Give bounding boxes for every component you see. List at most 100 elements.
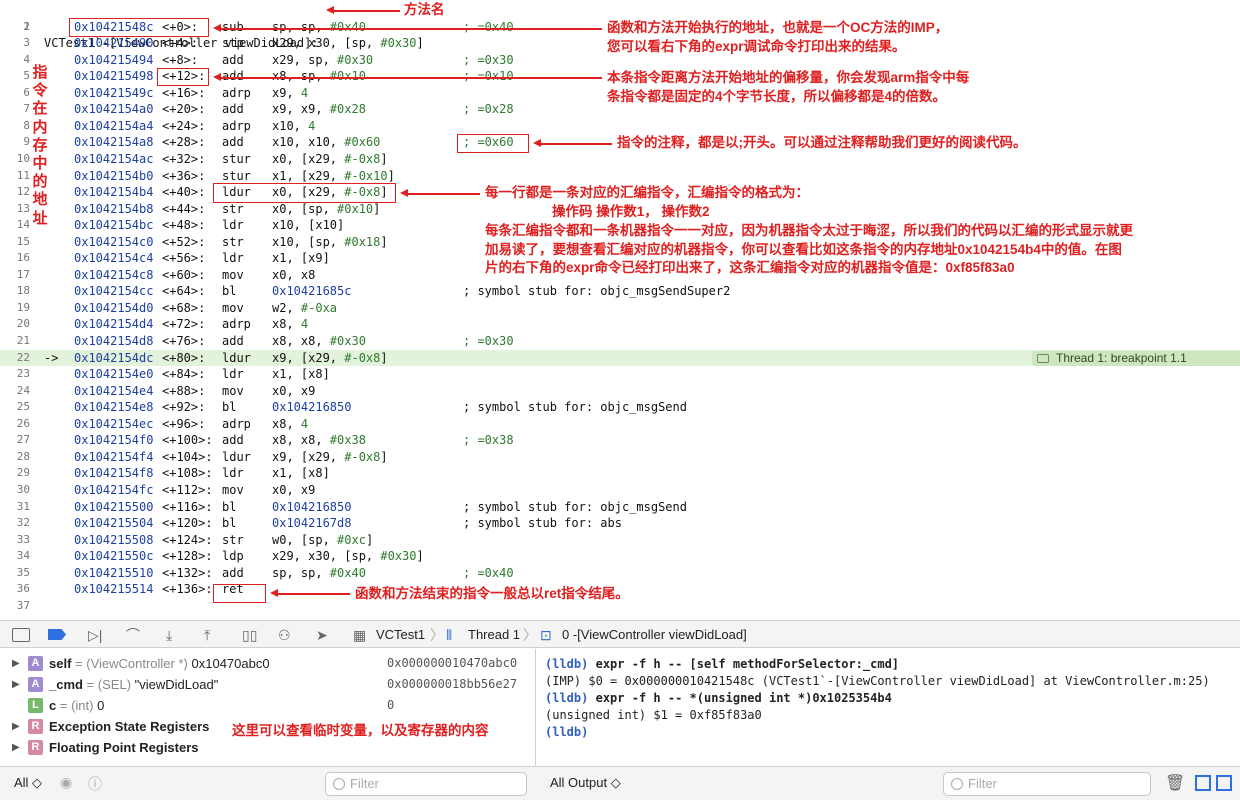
instruction-address: 0x1042154dc: [74, 350, 154, 365]
instruction-address: 0x1042154d4: [74, 317, 154, 332]
instruction-address: 0x1042154e0: [74, 367, 154, 382]
annotation-imp-1: 函数和方法开始执行的地址，也就是一个OC方法的IMP，: [607, 20, 949, 35]
opcode: bl: [222, 400, 237, 415]
variable-row[interactable]: Lc = (int) 0 0: [0, 695, 536, 716]
instruction-address: 0x1042154e4: [74, 383, 154, 398]
view-hierarchy-icon[interactable]: ▯▯: [242, 626, 257, 644]
disclosure-triangle-icon[interactable]: ▶: [12, 737, 20, 758]
variable-raw-value: 0x000000010470abc0: [387, 656, 518, 670]
thread-icon: ⦀: [446, 627, 453, 643]
variable-name: _cmd = (SEL) "viewDidLoad": [49, 677, 219, 692]
instruction-address: 0x1042154a8: [74, 135, 154, 150]
output-selector[interactable]: All Output ◇: [550, 775, 621, 791]
disasm-title-line: 1 VCTest1`-[ViewController viewDidLoad]:: [23, 19, 319, 51]
continue-icon[interactable]: ▷|: [88, 626, 102, 644]
disasm-line: 24 0x1042154e4 <+88>: mov x0, x9: [16, 383, 316, 398]
operands: sp, sp, #0x40: [272, 565, 366, 580]
instruction-offset: <+124>:: [162, 532, 213, 547]
variables-filter[interactable]: Filter: [325, 772, 527, 796]
trash-icon[interactable]: 🗑: [1165, 773, 1185, 793]
opcode: add: [222, 135, 244, 150]
opcode: str: [222, 201, 244, 216]
instruction-address: 0x104215490: [74, 36, 154, 51]
box-asm: [213, 183, 396, 203]
instruction-address: 0x1042154b8: [74, 201, 154, 216]
opcode: stp: [222, 36, 244, 51]
instruction-address: 0x10421550c: [74, 549, 154, 564]
instruction-offset: <+136>:: [162, 582, 213, 597]
operands: x0, [sp, #0x10]: [272, 201, 381, 216]
disclosure-triangle-icon[interactable]: ▶: [12, 674, 20, 695]
instruction-offset: <+96>:: [162, 416, 206, 431]
variable-row[interactable]: ▶ A _cmd = (SEL) "viewDidLoad" 0x000000018b…: [0, 674, 536, 695]
annotation-method-name: 方法名: [404, 2, 445, 17]
variable-row[interactable]: ▶ R Floating Point Registers: [0, 737, 536, 758]
operands: x1, [x8]: [272, 367, 330, 382]
current-pc-arrow: ->: [44, 350, 59, 365]
split-right-icon[interactable]: [1216, 775, 1232, 791]
instruction-address: 0x1042154a4: [74, 118, 154, 133]
location-icon[interactable]: ➤: [316, 626, 328, 644]
info-icon[interactable]: ⓘ: [88, 774, 102, 794]
console-line-4: (unsigned int) $1 = 0xf85f83a0: [545, 708, 762, 722]
opcode: mov: [222, 482, 244, 497]
instruction-offset: <+88>:: [162, 383, 206, 398]
instruction-address: 0x1042154f0: [74, 433, 154, 448]
split-left-icon[interactable]: [1195, 775, 1211, 791]
step-out-icon[interactable]: ⤒: [204, 626, 210, 644]
disassembly-view: 1 VCTest1`-[ViewController viewDidLoad]:…: [0, 0, 1240, 620]
disasm-line: 26 0x1042154ec <+96>: adrp x8, 4: [16, 416, 309, 431]
disasm-line: 28 0x1042154f4 <+104>: ldur x9, [x29, #-0x8]: [16, 449, 388, 464]
step-over-icon[interactable]: ⌒: [126, 626, 140, 644]
disclosure-triangle-icon[interactable]: ▶: [12, 653, 20, 674]
console-filter[interactable]: Filter: [943, 772, 1151, 796]
instruction-offset: <+104>:: [162, 449, 213, 464]
variable-name: Exception State Registers: [49, 719, 210, 734]
instruction-comment: ; symbol stub for: abs: [463, 516, 622, 531]
annotation-vertical: 指令在内存中的地址: [32, 64, 48, 227]
hide-debug-area-icon[interactable]: [12, 628, 30, 642]
annotation-asm-3: 每条汇编指令都和一条机器指令一一对应，因为机器指令太过于晦涩，所以我们的代码以汇…: [485, 223, 1133, 238]
disasm-line: 8 0x1042154a4 <+24>: adrp x10, 4: [23, 118, 316, 133]
console-line-5: (lldb): [545, 725, 589, 739]
breadcrumb-thread[interactable]: Thread 1: [468, 626, 520, 644]
opcode: ldur: [222, 449, 251, 464]
instruction-offset: <+52>:: [162, 234, 206, 249]
instruction-address: 0x1042154f8: [74, 466, 154, 481]
breakpoints-toggle-icon[interactable]: [48, 629, 66, 640]
variable-raw-value: 0: [387, 698, 395, 712]
breadcrumb-frame[interactable]: 0 -[ViewController viewDidLoad]: [562, 626, 747, 644]
instruction-address: 0x104215504: [74, 516, 154, 531]
disasm-line: 27 0x1042154f0 <+100>: add x8, x8, #0x38; =0…: [16, 433, 514, 448]
console-view[interactable]: (lldb) expr -f h -- [self methodForSelec…: [537, 649, 1240, 766]
instruction-address: 0x1042154c8: [74, 267, 154, 282]
breadcrumb-target[interactable]: VCTest1: [376, 626, 425, 644]
opcode: mov: [222, 383, 244, 398]
scope-selector[interactable]: All ◇: [14, 775, 42, 791]
operands: 0x1042167d8: [272, 516, 352, 531]
console-line-1: (lldb) expr -f h -- [self methodForSelec…: [545, 657, 900, 671]
opcode: adrp: [222, 118, 251, 133]
operands: x29, x30, [sp, #0x30]: [272, 549, 424, 564]
opcode: ldr: [222, 218, 244, 233]
opcode: add: [222, 334, 244, 348]
instruction-offset: <+116>:: [162, 499, 213, 514]
instruction-address: 0x1042154f4: [74, 449, 154, 464]
operands: x8, 4: [272, 416, 309, 431]
annotation-comment: 指令的注释，都是以;开头。可以通过注释帮助我们更好的阅读代码。: [617, 135, 1027, 150]
instruction-address: 0x1042154b4: [74, 185, 154, 200]
variable-row[interactable]: ▶ Aself = (ViewController *) 0x10470abc0 0…: [0, 653, 536, 674]
disasm-line: 31 0x104215500 <+116>: bl 0x104216850; symbo…: [16, 499, 687, 514]
thread-breakpoint-badge: Thread 1: breakpoint 1.1: [1032, 350, 1240, 366]
step-into-icon[interactable]: ⤓: [166, 626, 172, 644]
memory-graph-icon[interactable]: ⚇: [278, 626, 291, 644]
instruction-address: 0x104215510: [74, 565, 154, 580]
disasm-line: 29 0x1042154f8 <+108>: ldr x1, [x8]: [16, 466, 330, 481]
filter-icon: [951, 778, 963, 790]
eye-icon[interactable]: ◉: [60, 774, 72, 791]
disclosure-triangle-icon[interactable]: ▶: [12, 716, 20, 737]
opcode: str: [222, 532, 244, 547]
operands: x8, x8, #0x38: [272, 433, 366, 448]
opcode: ldp: [222, 549, 244, 564]
operands: 0x104216850: [272, 499, 352, 514]
